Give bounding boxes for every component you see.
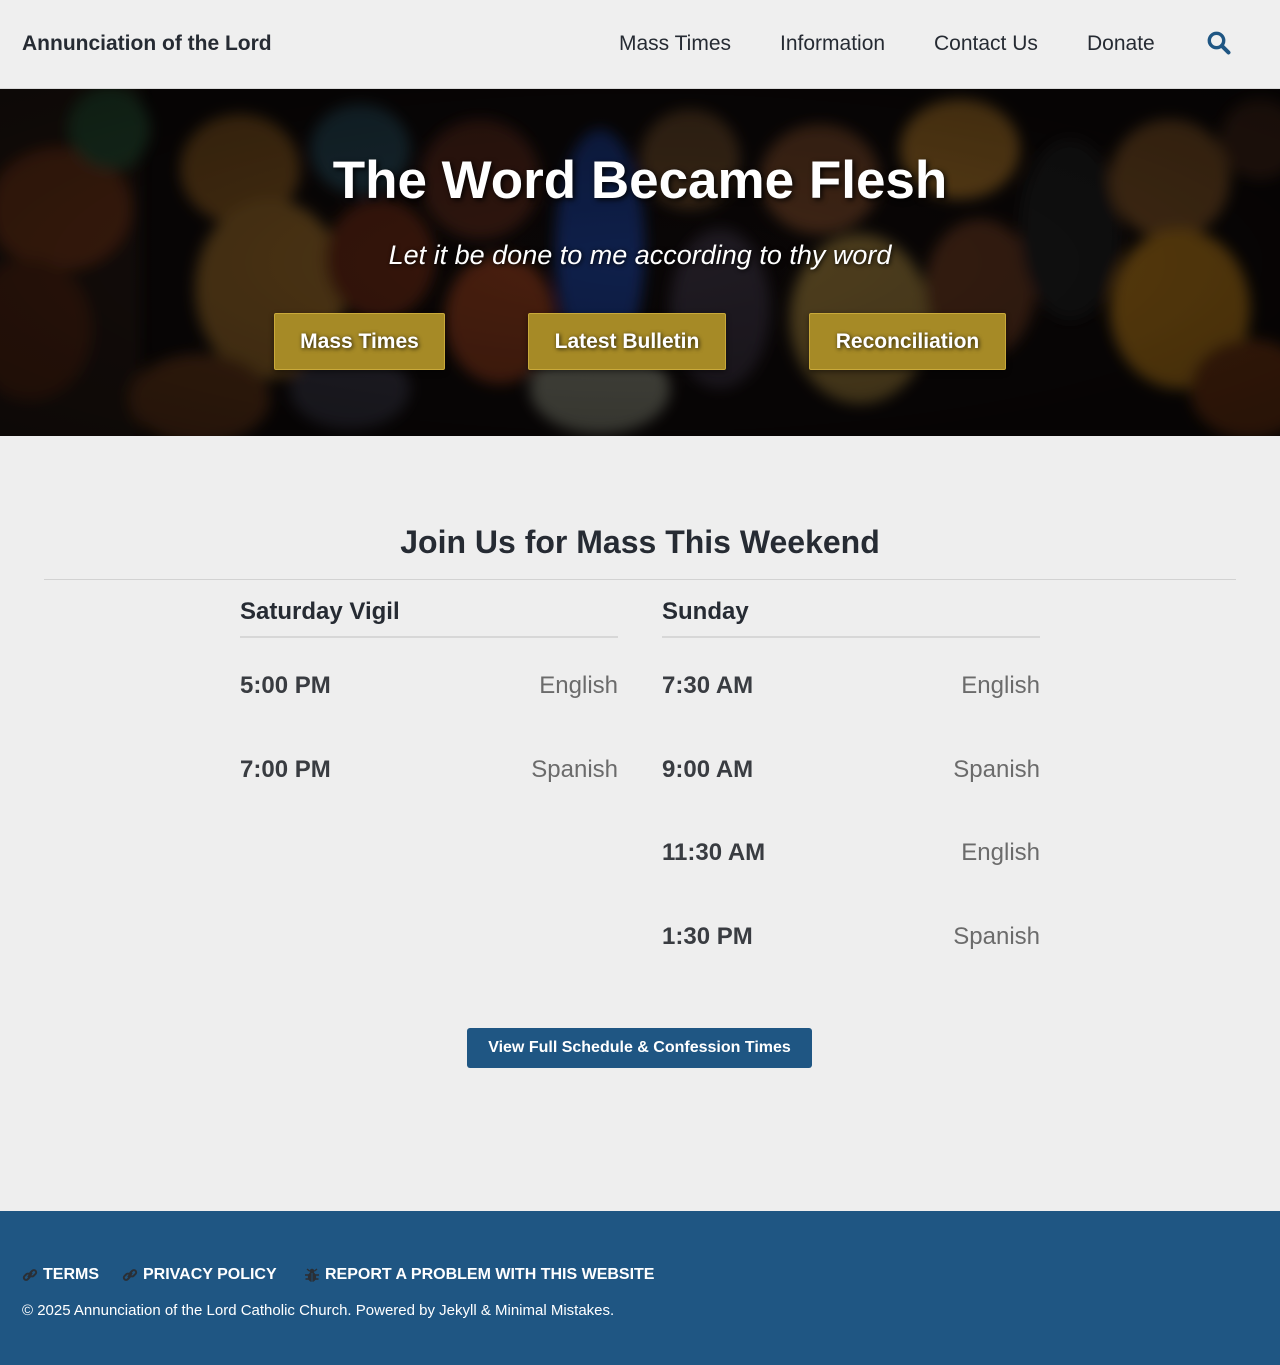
nav-mass-times[interactable]: Mass Times xyxy=(619,32,731,56)
mass-time: 7:30 AM xyxy=(662,672,754,699)
mass-language: Spanish xyxy=(953,923,1040,950)
sunday-heading: Sunday xyxy=(662,598,749,625)
saturday-vigil-heading: Saturday Vigil xyxy=(240,598,400,625)
mass-section-title: Join Us for Mass This Weekend xyxy=(400,524,880,560)
mass-time: 9:00 AM xyxy=(662,756,754,783)
search-icon xyxy=(1207,31,1231,55)
footer-terms-label: Terms xyxy=(43,1266,99,1283)
nav-donate[interactable]: Donate xyxy=(1087,32,1155,56)
footer-privacy-policy-link[interactable]: Privacy Policy xyxy=(122,1266,277,1284)
footer-copyright: © 2025 Annunciation of the Lord Catholic… xyxy=(22,1302,615,1319)
sunday-divider xyxy=(662,636,1040,638)
link-icon xyxy=(122,1269,138,1281)
footer-report-problem-link[interactable]: Report a problem with this website xyxy=(304,1266,654,1284)
link-icon xyxy=(22,1269,38,1281)
mass-language: English xyxy=(961,672,1040,699)
hero-reconciliation-button[interactable]: Reconciliation xyxy=(809,313,1006,370)
view-full-schedule-button[interactable]: View Full Schedule & Confession Times xyxy=(467,1028,812,1068)
nav-contact-us[interactable]: Contact Us xyxy=(934,32,1038,56)
mass-time: 7:00 PM xyxy=(240,756,331,783)
mass-time: 11:30 AM xyxy=(662,839,766,866)
hero-latest-bulletin-button[interactable]: Latest Bulletin xyxy=(528,313,726,370)
masthead: Annunciation of the Lord Mass Times Info… xyxy=(0,0,1280,89)
footer-report-problem-label: Report a problem with this website xyxy=(325,1266,655,1283)
section-divider xyxy=(44,579,1236,580)
page-footer: Terms Privacy Policy Report a problem wi… xyxy=(0,1211,1280,1365)
hero-mass-times-button[interactable]: Mass Times xyxy=(274,313,445,370)
mass-language: English xyxy=(539,672,618,699)
mass-time: 1:30 PM xyxy=(662,923,753,950)
mass-language: English xyxy=(961,839,1040,866)
mass-time: 5:00 PM xyxy=(240,672,331,699)
saturday-divider xyxy=(240,636,618,638)
hero-banner: The Word Became Flesh Let it be done to … xyxy=(0,89,1280,436)
mass-language: Spanish xyxy=(531,756,618,783)
footer-terms-link[interactable]: Terms xyxy=(22,1266,99,1284)
site-title-link[interactable]: Annunciation of the Lord xyxy=(22,32,272,56)
search-button[interactable] xyxy=(1206,30,1232,56)
hero-subtitle: Let it be done to me according to thy wo… xyxy=(388,240,892,270)
footer-privacy-policy-label: Privacy Policy xyxy=(143,1266,277,1283)
mass-language: Spanish xyxy=(953,756,1040,783)
bug-icon xyxy=(305,1268,319,1282)
nav-information[interactable]: Information xyxy=(780,32,885,56)
hero-title: The Word Became Flesh xyxy=(332,151,948,210)
